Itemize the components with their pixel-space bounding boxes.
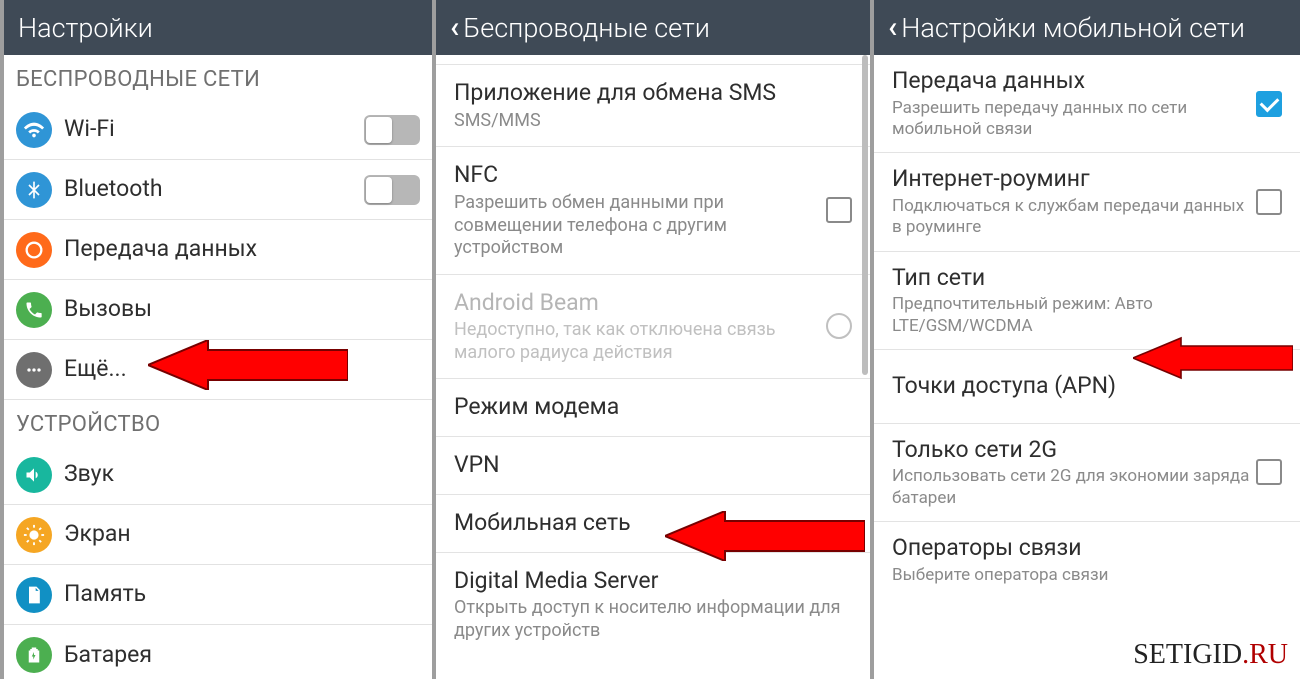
mobile-data-title: Передача данных [892, 67, 1256, 96]
item-dms[interactable]: Digital Media Server Открыть доступ к но… [436, 553, 870, 657]
watermark-main: SETIGID [1133, 639, 1242, 670]
calls-label: Вызовы [64, 295, 420, 324]
nfc-checkbox[interactable] [826, 197, 852, 223]
operators-title: Операторы связи [892, 534, 1282, 563]
more-icon [16, 352, 52, 388]
item-nfc[interactable]: NFC Разрешить обмен данными при совмещен… [436, 147, 870, 274]
sound-label: Звук [64, 460, 420, 489]
mobile-data-checkbox[interactable] [1256, 91, 1282, 117]
item-vpn[interactable]: VPN [436, 437, 870, 495]
back-icon[interactable]: ‹ [888, 10, 897, 45]
item-operators[interactable]: Операторы связи Выберите оператора связи [874, 522, 1300, 598]
sms-title: Приложение для обмена SMS [454, 79, 852, 108]
roaming-title: Интернет-роуминг [892, 165, 1256, 194]
item-more[interactable]: Ещё... [4, 340, 432, 400]
nfc-title: NFC [454, 161, 826, 190]
dms-title: Digital Media Server [454, 567, 852, 596]
item-storage[interactable]: Память [4, 565, 432, 625]
only2g-checkbox[interactable] [1256, 459, 1282, 485]
phone-icon [16, 292, 52, 328]
network-type-title: Тип сети [892, 264, 1282, 293]
wifi-label: Wi-Fi [64, 115, 356, 144]
data-usage-label: Передача данных [64, 235, 420, 264]
item-roaming[interactable]: Интернет-роуминг Подключаться к службам … [874, 153, 1300, 251]
only2g-sub: Использовать сети 2G для экономии заряда… [892, 466, 1256, 509]
bluetooth-icon [16, 172, 52, 208]
item-display[interactable]: Экран [4, 505, 432, 565]
sms-sub: SMS/MMS [454, 110, 852, 133]
only2g-title: Только сети 2G [892, 436, 1256, 465]
more-label: Ещё... [64, 355, 420, 384]
watermark: SETIGID.RU [1133, 639, 1288, 671]
nfc-sub: Разрешить обмен данными при совмещении т… [454, 192, 826, 260]
roaming-sub: Подключаться к службам передачи данных в… [892, 196, 1256, 239]
item-sound[interactable]: Звук [4, 445, 432, 505]
bluetooth-label: Bluetooth [64, 175, 356, 204]
mobile-data-sub: Разрешить передачу данных по сети мобиль… [892, 98, 1256, 141]
vpn-label: VPN [454, 451, 852, 480]
item-apn[interactable]: Точки доступа (APN) [874, 350, 1300, 424]
watermark-suffix: .RU [1242, 639, 1288, 670]
display-icon [16, 517, 52, 553]
settings-panel: Настройки БЕСПРОВОДНЫЕ СЕТИ Wi-Fi Blueto… [0, 0, 432, 679]
beam-sub: Недоступно, так как отключена связь мало… [454, 319, 826, 364]
network-type-sub: Предпочтительный режим: Авто LTE/GSM/WCD… [892, 294, 1282, 337]
section-device: УСТРОЙСТВО [4, 400, 432, 445]
item-calls[interactable]: Вызовы [4, 280, 432, 340]
page-title: Настройки мобильной сети [901, 12, 1245, 44]
mobile-network-label: Мобильная сеть [454, 509, 852, 538]
storage-label: Память [64, 580, 420, 609]
page-title: Настройки [18, 12, 153, 44]
beam-title: Android Beam [454, 289, 826, 318]
item-data-usage[interactable]: Передача данных [4, 220, 432, 280]
storage-icon [16, 577, 52, 613]
beam-toggle [826, 313, 852, 339]
item-battery[interactable]: Батарея [4, 625, 432, 685]
display-label: Экран [64, 520, 420, 549]
battery-label: Батарея [64, 641, 420, 670]
item-2g-only[interactable]: Только сети 2G Использовать сети 2G для … [874, 424, 1300, 522]
item-wifi[interactable]: Wi-Fi [4, 100, 432, 160]
operators-sub: Выберите оператора связи [892, 565, 1282, 586]
mobile-network-panel: ‹ Настройки мобильной сети Передача данн… [870, 0, 1300, 679]
item-sms-app[interactable]: Приложение для обмена SMS SMS/MMS [436, 65, 870, 147]
item-bluetooth[interactable]: Bluetooth [4, 160, 432, 220]
header-wireless[interactable]: ‹ Беспроводные сети [436, 0, 870, 55]
wifi-toggle[interactable] [364, 115, 420, 145]
battery-icon [16, 637, 52, 673]
sound-icon [16, 457, 52, 493]
wireless-panel: ‹ Беспроводные сети Приложение для обмен… [432, 0, 870, 679]
item-mobile-network[interactable]: Мобильная сеть [436, 495, 870, 553]
apn-label: Точки доступа (APN) [892, 372, 1282, 401]
roaming-checkbox[interactable] [1256, 189, 1282, 215]
header-settings: Настройки [4, 0, 432, 55]
dms-sub: Открыть доступ к носителю информации для… [454, 597, 852, 642]
page-title: Беспроводные сети [463, 12, 710, 44]
item-android-beam: Android Beam Недоступно, так как отключе… [436, 275, 870, 380]
item-tethering[interactable]: Режим модема [436, 379, 870, 437]
item-network-type[interactable]: Тип сети Предпочтительный режим: Авто LT… [874, 252, 1300, 350]
tethering-label: Режим модема [454, 393, 852, 422]
item-mobile-data[interactable]: Передача данных Разрешить передачу данны… [874, 55, 1300, 153]
wifi-icon [16, 112, 52, 148]
section-wireless: БЕСПРОВОДНЫЕ СЕТИ [4, 55, 432, 100]
scrollbar[interactable] [862, 55, 868, 375]
data-usage-icon [16, 232, 52, 268]
header-mobile-network[interactable]: ‹ Настройки мобильной сети [874, 0, 1300, 55]
back-icon[interactable]: ‹ [450, 10, 459, 45]
bluetooth-toggle[interactable] [364, 175, 420, 205]
